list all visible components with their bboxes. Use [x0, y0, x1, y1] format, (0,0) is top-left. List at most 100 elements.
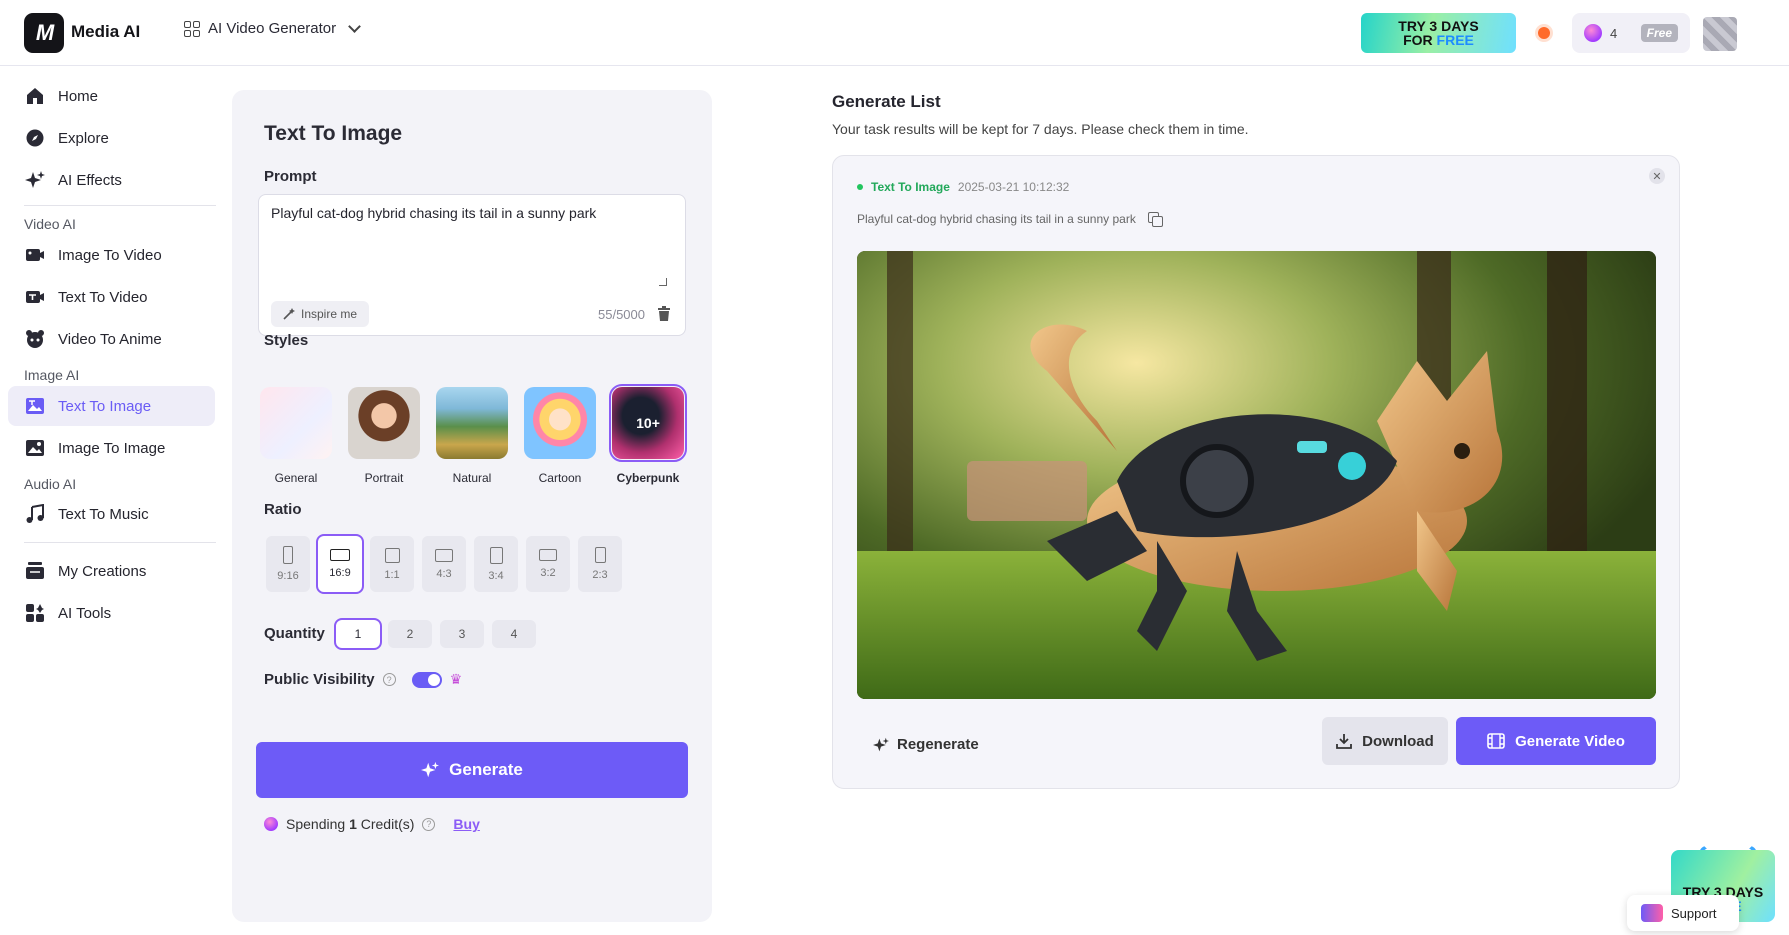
quantity-2[interactable]: 2: [388, 620, 432, 648]
public-visibility-row: Public Visibility ? ♛: [264, 671, 462, 688]
buy-credits-link[interactable]: Buy: [453, 816, 479, 832]
style-thumb: [348, 387, 420, 459]
quantity-1[interactable]: 1: [334, 618, 382, 650]
quantity-picker: 1 2 3 4: [334, 618, 536, 650]
quantity-label: Quantity: [264, 625, 325, 642]
sparkle-icon: [421, 761, 440, 778]
image-video-icon: [24, 244, 46, 266]
generate-list-title: Generate List: [832, 92, 941, 111]
generated-image[interactable]: [857, 251, 1656, 699]
style-thumb: 10+: [609, 384, 687, 462]
generate-button[interactable]: Generate: [256, 742, 688, 798]
ratio-3-2[interactable]: 3:2: [526, 536, 570, 592]
sidebar-divider: [24, 205, 216, 206]
sidebar-item-label: Text To Image: [58, 397, 152, 415]
sidebar-item-image-to-image[interactable]: Image To Image: [8, 428, 215, 468]
plan-badge: Free: [1640, 24, 1678, 42]
sidebar-item-my-creations[interactable]: My Creations: [8, 551, 215, 591]
music-icon: [24, 503, 46, 525]
style-cyberpunk[interactable]: 10+ Cyberpunk: [609, 384, 687, 485]
ratio-16-9[interactable]: 16:9: [316, 534, 364, 594]
help-icon[interactable]: ?: [422, 817, 436, 831]
sparkle-icon: [24, 169, 46, 191]
ratio-1-1[interactable]: 1:1: [370, 536, 414, 592]
sidebar-item-label: AI Effects: [58, 171, 122, 189]
status-dot-icon: [857, 184, 863, 190]
magic-wand-icon: [283, 308, 295, 320]
style-label: Cyberpunk: [616, 471, 680, 485]
sidebar-item-ai-tools[interactable]: AI Tools: [8, 593, 215, 633]
quantity-3[interactable]: 3: [440, 620, 484, 648]
sidebar-item-label: Text To Video: [58, 288, 148, 306]
sidebar-item-video-to-anime[interactable]: Video To Anime: [8, 319, 215, 359]
user-avatar[interactable]: [1703, 17, 1737, 51]
generate-video-button[interactable]: Generate Video: [1456, 717, 1656, 765]
regenerate-label: Regenerate: [897, 736, 979, 753]
style-thumb: [524, 387, 596, 459]
public-visibility-toggle[interactable]: [411, 671, 442, 688]
top-header: M Media AI AI Video Generator TRY 3 DAYS…: [0, 0, 1789, 66]
sidebar-item-text-to-music[interactable]: Text To Music: [8, 494, 215, 534]
chevron-down-icon: [348, 20, 362, 33]
style-portrait[interactable]: Portrait: [348, 387, 420, 485]
crown-icon: ♛: [449, 671, 463, 687]
prompt-input[interactable]: Playful cat-dog hybrid chasing its tail …: [258, 194, 686, 336]
stack-icon: [24, 560, 46, 582]
copy-icon[interactable]: [1147, 212, 1163, 227]
media-ai-logo[interactable]: M: [24, 13, 64, 53]
sidebar-item-image-to-video[interactable]: Image To Video: [8, 235, 215, 275]
compass-icon: [24, 127, 46, 149]
support-button[interactable]: Support: [1627, 895, 1739, 931]
result-type-tag: Text To Image: [871, 180, 950, 194]
ratio-label: Ratio: [264, 501, 302, 518]
section-label-audio-ai: Audio AI: [24, 476, 77, 492]
app-switcher[interactable]: AI Video Generator: [184, 20, 362, 37]
style-natural[interactable]: Natural: [436, 387, 508, 485]
sidebar-divider: [24, 542, 216, 543]
download-button[interactable]: Download: [1322, 717, 1448, 765]
sidebar-item-label: Video To Anime: [58, 330, 162, 348]
result-meta: Text To Image 2025-03-21 10:12:32: [857, 180, 1069, 194]
generated-image-art: [857, 251, 1656, 699]
text-video-icon: [24, 286, 46, 308]
ratio-3-4[interactable]: 3:4: [474, 536, 518, 592]
promo-line2: FOR FREE: [1403, 32, 1474, 48]
inspire-me-button[interactable]: Inspire me: [271, 301, 370, 327]
generate-video-label: Generate Video: [1515, 732, 1625, 750]
style-label: Cartoon: [538, 471, 582, 485]
trash-icon[interactable]: [657, 306, 671, 321]
sidebar: Home Explore AI Effects Video AI Image T…: [0, 66, 220, 935]
notification-dot-icon[interactable]: [1538, 27, 1550, 39]
film-icon: [1487, 733, 1505, 749]
credit-gem-icon: [264, 817, 278, 831]
prompt-text[interactable]: Playful cat-dog hybrid chasing its tail …: [271, 205, 596, 221]
style-thumb: [436, 387, 508, 459]
style-cartoon[interactable]: Cartoon: [524, 387, 596, 485]
free-trial-banner[interactable]: TRY 3 DAYS FOR FREE: [1361, 13, 1516, 53]
more-styles-badge: 10+: [636, 415, 660, 431]
sidebar-item-ai-effects[interactable]: AI Effects: [8, 160, 215, 200]
resize-handle-icon[interactable]: [659, 278, 667, 286]
sidebar-item-home[interactable]: Home: [8, 76, 215, 116]
brand-name: Media AI: [71, 22, 141, 41]
sidebar-item-label: AI Tools: [58, 604, 112, 622]
apps-grid-icon: [184, 20, 200, 37]
close-icon[interactable]: ✕: [1649, 168, 1665, 184]
ratio-2-3[interactable]: 2:3: [578, 536, 622, 592]
credits-pill[interactable]: 4 Free: [1572, 13, 1690, 53]
prompt-label: Prompt: [264, 168, 317, 185]
quantity-4[interactable]: 4: [492, 620, 536, 648]
sidebar-item-label: My Creations: [58, 562, 147, 580]
regenerate-button[interactable]: Regenerate: [873, 736, 979, 753]
sidebar-item-explore[interactable]: Explore: [8, 118, 215, 158]
ratio-9-16[interactable]: 9:16: [266, 536, 310, 592]
sidebar-item-text-to-video[interactable]: Text To Video: [8, 277, 215, 317]
credit-count: 4: [1610, 25, 1618, 41]
ratio-4-3[interactable]: 4:3: [422, 536, 466, 592]
sidebar-item-text-to-image[interactable]: Text To Image: [8, 386, 215, 426]
help-icon[interactable]: ?: [382, 673, 396, 686]
style-general[interactable]: General: [260, 387, 332, 485]
promo-line1: TRY 3 DAYS: [1398, 18, 1479, 34]
home-icon: [24, 85, 46, 107]
style-label: Natural: [452, 471, 492, 485]
